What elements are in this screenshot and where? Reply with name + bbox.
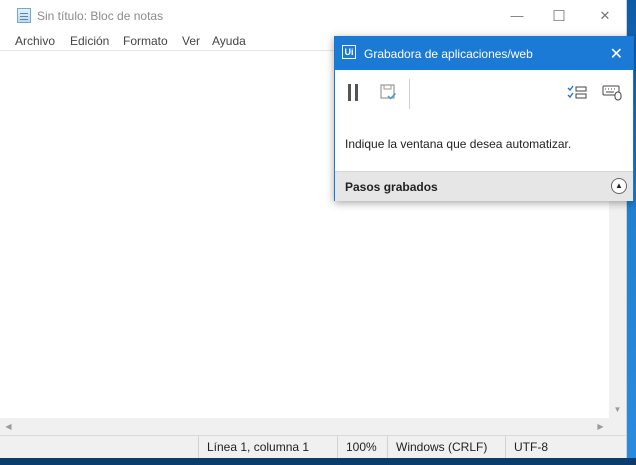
menu-archivo[interactable]: Archivo <box>15 34 55 48</box>
recorder-close-button[interactable]: ✕ <box>610 44 623 64</box>
scroll-down-arrow-icon[interactable]: ▼ <box>609 401 626 418</box>
recorder-title: Grabadora de aplicaciones/web <box>364 47 533 61</box>
toolbar-separator <box>409 79 410 109</box>
pause-icon[interactable] <box>348 84 359 101</box>
window-title: Sin título: Bloc de notas <box>37 9 164 23</box>
uipath-logo-icon: Ui <box>342 45 356 59</box>
horizontal-scrollbar[interactable]: ◀ ▶ <box>0 418 609 435</box>
save-icon[interactable] <box>380 84 397 101</box>
close-button[interactable]: ✕ <box>582 0 628 31</box>
status-zoom: 100% <box>337 436 387 459</box>
steps-list-icon[interactable] <box>567 84 587 101</box>
scrollbar-corner <box>609 418 626 435</box>
menu-edicion[interactable]: Edición <box>70 34 109 48</box>
status-encoding: UTF-8 <box>505 436 626 459</box>
recorder-instruction: Indique la ventana que desea automatizar… <box>345 137 572 151</box>
recorded-steps-label: Pasos grabados <box>345 180 438 194</box>
menu-ayuda[interactable]: Ayuda <box>212 34 246 48</box>
status-line-ending: Windows (CRLF) <box>387 436 505 459</box>
recorder-titlebar[interactable]: Ui Grabadora de aplicaciones/web ✕ <box>335 37 633 70</box>
notepad-titlebar[interactable]: Sin título: Bloc de notas — ☐ ✕ <box>0 0 626 31</box>
keyboard-mouse-icon[interactable] <box>602 84 622 101</box>
chevron-up-icon[interactable]: ▲ <box>611 178 627 194</box>
maximize-button[interactable]: ☐ <box>536 0 582 31</box>
recorder-window: Ui Grabadora de aplicaciones/web ✕ Indiq… <box>334 36 634 201</box>
recorded-steps-header[interactable]: Pasos grabados ▲ <box>335 171 633 201</box>
scroll-right-arrow-icon[interactable]: ▶ <box>592 418 609 435</box>
menu-formato[interactable]: Formato <box>123 34 168 48</box>
notepad-app-icon <box>17 8 31 23</box>
taskbar <box>0 458 636 465</box>
scroll-left-arrow-icon[interactable]: ◀ <box>0 418 17 435</box>
menu-ver[interactable]: Ver <box>182 34 200 48</box>
minimize-button[interactable]: — <box>494 0 540 31</box>
status-cursor-position: Línea 1, columna 1 <box>198 436 337 459</box>
status-bar: Línea 1, columna 1 100% Windows (CRLF) U… <box>0 435 626 459</box>
